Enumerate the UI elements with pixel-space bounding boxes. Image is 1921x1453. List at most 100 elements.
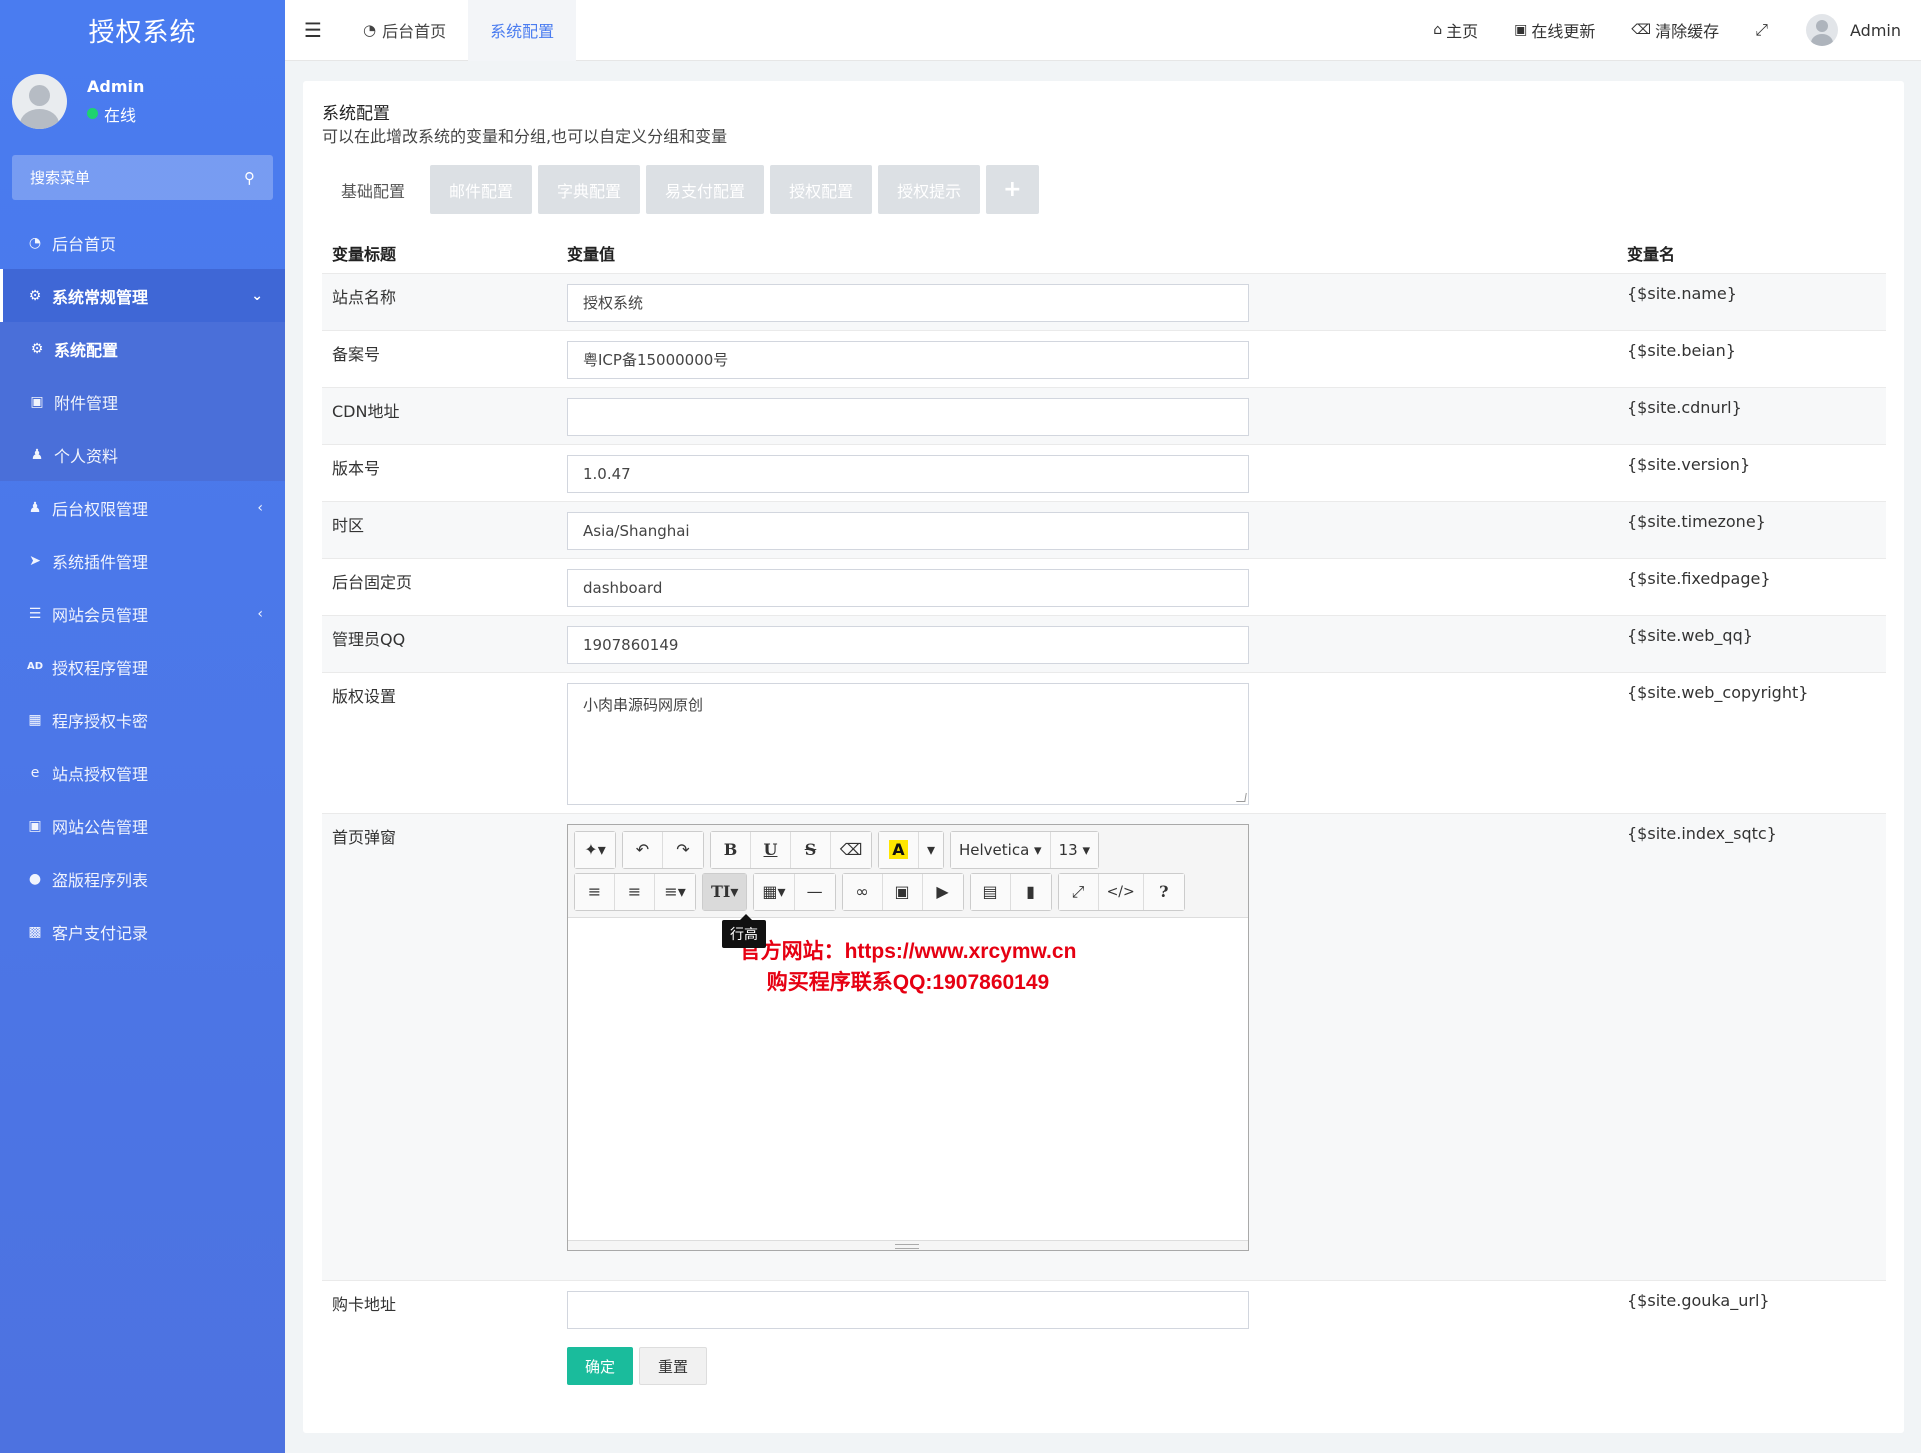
bold-icon[interactable]: B: [711, 831, 751, 868]
magic-style-icon[interactable]: ✦▾: [575, 831, 615, 868]
sidebar-item-profile[interactable]: ♟ 个人资料: [0, 428, 285, 481]
horizontal-rule-icon[interactable]: —: [794, 873, 835, 910]
sidebar-item-plugins[interactable]: ➤ 系统插件管理: [0, 534, 285, 587]
underline-icon[interactable]: U: [751, 831, 791, 868]
sidebar-item-notices[interactable]: ▣ 网站公告管理: [0, 799, 285, 852]
strikethrough-icon[interactable]: S: [791, 831, 831, 868]
sidebar-item-general[interactable]: ⚙ 系统常规管理 ⌄: [0, 269, 285, 322]
sidebar-item-label: 站点授权管理: [52, 764, 149, 784]
user-panel: Admin 在线: [0, 61, 285, 141]
picture-icon[interactable]: ▣: [882, 873, 923, 910]
fixedpage-input[interactable]: dashboard: [567, 568, 1249, 607]
row-varname: {$site.name}: [1617, 272, 1886, 330]
editor-content-line[interactable]: 购买程序联系QQ:1907860149: [568, 966, 1248, 996]
video-icon[interactable]: ▶: [922, 873, 963, 910]
sidebar-item-pirated[interactable]: ● 盗版程序列表: [0, 852, 285, 905]
editor-resize-handle[interactable]: [568, 1239, 1248, 1250]
version-input[interactable]: 1.0.47: [567, 454, 1249, 493]
tab-epay-config[interactable]: 易支付配置: [646, 165, 765, 214]
row-title: 站点名称: [322, 272, 557, 330]
brand-logo[interactable]: 授权系统: [0, 0, 285, 61]
sidebar-item-label: 个人资料: [54, 446, 119, 466]
link-icon[interactable]: ∞: [842, 873, 883, 910]
sidebar-item-label: 网站会员管理: [52, 605, 149, 625]
sidebar-item-payments[interactable]: ▩ 客户支付记录: [0, 905, 285, 958]
submit-button[interactable]: 确定: [567, 1347, 634, 1385]
cdn-url-input[interactable]: [567, 397, 1249, 436]
tab-mail-config[interactable]: 邮件配置: [430, 165, 533, 214]
editor-content-line[interactable]: 官方网站：https://www.xrcymw.cn: [568, 935, 1248, 965]
admin-qq-input[interactable]: 1907860149: [567, 625, 1249, 664]
sidebar-item-permissions[interactable]: ♟ 后台权限管理 ‹: [0, 481, 285, 534]
menu-toggle-icon[interactable]: ☰: [285, 18, 341, 42]
file-image-icon[interactable]: ▤: [970, 873, 1011, 910]
card-icon: ▦: [28, 711, 42, 728]
redo-icon[interactable]: ↷: [663, 831, 703, 868]
column-header-name: 变量名: [1627, 244, 1676, 264]
reset-button[interactable]: 重置: [639, 1347, 708, 1385]
font-name-label: Helvetica: [959, 840, 1030, 859]
search-icon[interactable]: ⚲: [244, 169, 255, 187]
sidebar-item-site-license[interactable]: e 站点授权管理: [0, 746, 285, 799]
undo-icon[interactable]: ↶: [623, 831, 663, 868]
row-varname: {$site.web_qq}: [1617, 614, 1886, 672]
sidebar-item-license-cards[interactable]: ▦ 程序授权卡密: [0, 693, 285, 746]
clear-cache-link[interactable]: ⌫ 清除缓存: [1613, 18, 1737, 42]
row-title: 首页弹窗: [322, 812, 557, 1280]
home-link[interactable]: ⌂ 主页: [1415, 18, 1496, 42]
help-icon[interactable]: ?: [1143, 873, 1184, 910]
timezone-input[interactable]: Asia/Shanghai: [567, 511, 1249, 550]
color-dropdown-icon[interactable]: ▾: [919, 831, 943, 868]
notice-icon: ▣: [28, 817, 42, 834]
table-row: CDN地址 {$site.cdnurl}: [322, 386, 1886, 444]
tab-system-config[interactable]: 系统配置: [468, 0, 577, 61]
sidebar-item-attachments[interactable]: ▣ 附件管理: [0, 375, 285, 428]
fullscreen-button[interactable]: ⤢: [1737, 20, 1786, 40]
add-group-button[interactable]: +: [986, 165, 1039, 214]
image-icon: ▣: [30, 393, 44, 410]
table-icon[interactable]: ▦▾: [754, 873, 795, 910]
gouka-url-input[interactable]: [567, 1290, 1249, 1329]
row-varname: {$site.fixedpage}: [1617, 557, 1886, 615]
fullscreen-icon[interactable]: ⤢: [1058, 873, 1099, 910]
tab-label: 系统配置: [490, 22, 555, 41]
sidebar-item-dashboard[interactable]: ◔ 后台首页: [0, 216, 285, 269]
beian-input[interactable]: 粤ICP备15000000号: [567, 340, 1249, 379]
avatar[interactable]: [1806, 14, 1838, 46]
sidebar-item-label: 系统插件管理: [52, 552, 149, 572]
online-update-link[interactable]: ▣ 在线更新: [1496, 18, 1613, 42]
admin-name[interactable]: Admin: [1850, 21, 1901, 40]
eraser-icon[interactable]: ⌫: [831, 831, 871, 868]
site-name-input[interactable]: 授权系统: [567, 283, 1249, 322]
sidebar-item-programs[interactable]: AD 授权程序管理: [0, 640, 285, 693]
highlight-color-icon[interactable]: A: [879, 831, 919, 868]
unordered-list-icon[interactable]: ≡: [575, 873, 615, 910]
clear-cache-label: 清除缓存: [1655, 22, 1720, 41]
copyright-textarea[interactable]: 小肉串源码网原创: [567, 682, 1249, 805]
table-row: 版本号 1.0.47 {$site.version}: [322, 443, 1886, 501]
user-status: 在线: [87, 102, 144, 126]
font-name-dropdown[interactable]: Helvetica ▾: [951, 831, 1051, 868]
sidebar-item-config[interactable]: ⚙ 系统配置: [0, 322, 285, 375]
line-height-icon[interactable]: TI▾: [703, 873, 747, 910]
paragraph-align-icon[interactable]: ≡▾: [655, 873, 695, 910]
sidebar-item-members[interactable]: ☰ 网站会员管理 ‹: [0, 587, 285, 640]
dashboard-icon: ◔: [28, 234, 42, 251]
ordered-list-icon[interactable]: ≡: [615, 873, 655, 910]
file-icon[interactable]: ▮: [1010, 873, 1051, 910]
code-view-icon[interactable]: </>: [1098, 873, 1144, 910]
tab-license-tips[interactable]: 授权提示: [878, 165, 981, 214]
search-input[interactable]: 搜索菜单 ⚲: [12, 155, 273, 200]
font-size-dropdown[interactable]: 13 ▾: [1050, 831, 1098, 868]
tab-license-config[interactable]: 授权配置: [770, 165, 873, 214]
tab-dashboard[interactable]: ◔ 后台首页: [341, 0, 468, 61]
row-varname: {$site.timezone}: [1617, 500, 1886, 558]
table-row: 版权设置 小肉串源码网原创 {$site.web_copyright}: [322, 671, 1886, 813]
tab-dictionary-config[interactable]: 字典配置: [538, 165, 641, 214]
config-panel: 系统配置 可以在此增改系统的变量和分组,也可以自定义分组和变量 基础配置 邮件配…: [303, 81, 1904, 1433]
pirate-icon: ●: [28, 870, 42, 887]
home-link-label: 主页: [1446, 22, 1479, 41]
config-table: 变量标题 变量值 变量名 站点名称 授权系统 {$site.name} 备案号 …: [322, 233, 1886, 1337]
tab-basic-config[interactable]: 基础配置: [322, 165, 425, 214]
update-link-label: 在线更新: [1531, 22, 1596, 41]
